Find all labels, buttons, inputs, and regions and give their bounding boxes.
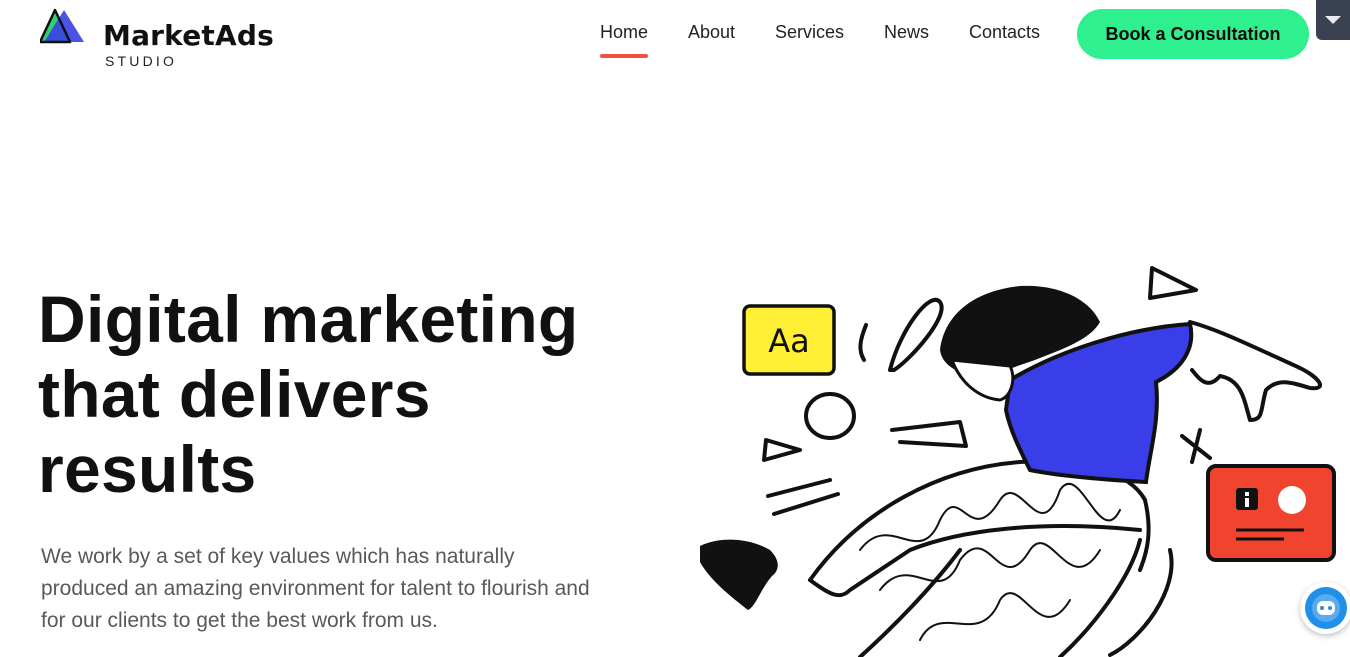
arm-outline [1188, 320, 1323, 422]
hero-title: Digital marketing that delivers results [38, 282, 678, 507]
hero-description: We work by a set of key values which has… [41, 541, 641, 637]
chat-bot-icon [1305, 587, 1347, 629]
triangle-doodle [1148, 266, 1198, 300]
hero-description-line: We work by a set of key values which has… [41, 545, 515, 568]
logo-triangle-icon [40, 8, 84, 44]
triangle-doodle [762, 438, 802, 462]
chevron-down-icon [1325, 16, 1341, 24]
speed-lines [766, 478, 840, 516]
font-card-label: Aa [768, 322, 810, 360]
nav-about-link[interactable]: About [688, 22, 735, 43]
pattern-scribble [859, 482, 1121, 551]
hero-title-line: Digital marketing [38, 282, 579, 356]
leg-outline [808, 524, 1142, 598]
nav-contacts-link[interactable]: Contacts [969, 22, 1040, 43]
chat-widget-button[interactable] [1300, 582, 1350, 634]
arm-outline [890, 420, 968, 448]
nav-services-link[interactable]: Services [775, 22, 844, 43]
leaf-doodle [888, 297, 944, 372]
circle-doodle [804, 392, 856, 440]
shoe-shape [700, 539, 778, 610]
book-consultation-button[interactable]: Book a Consultation [1077, 9, 1309, 59]
leg-outline [858, 548, 962, 657]
font-card: Aa [742, 304, 836, 376]
stroke-doodle [858, 323, 868, 362]
site-logo[interactable]: MarketAds STUDIO [40, 6, 280, 72]
hero-illustration: Aa [700, 266, 1336, 657]
nav-news-link[interactable]: News [884, 22, 929, 43]
page: MarketAds STUDIO Home About Services New… [0, 0, 1350, 657]
plus-doodle [1180, 428, 1212, 464]
red-info-card [1206, 464, 1336, 562]
nav-home-link[interactable]: Home [600, 22, 649, 58]
corner-dropdown-tab[interactable] [1316, 0, 1350, 40]
hero-description-line: for our clients to get the best work fro… [41, 609, 438, 632]
brand-subtitle: STUDIO [105, 53, 178, 69]
hero-title-line: that delivers [38, 357, 431, 431]
face-shape [949, 358, 1015, 402]
pattern-scribble [919, 592, 1071, 641]
leg-outline [1058, 538, 1142, 657]
hero-title-line: results [38, 432, 257, 506]
brand-name: MarketAds [103, 19, 274, 52]
hero-description-line: produced an amazing environment for tale… [41, 577, 590, 600]
